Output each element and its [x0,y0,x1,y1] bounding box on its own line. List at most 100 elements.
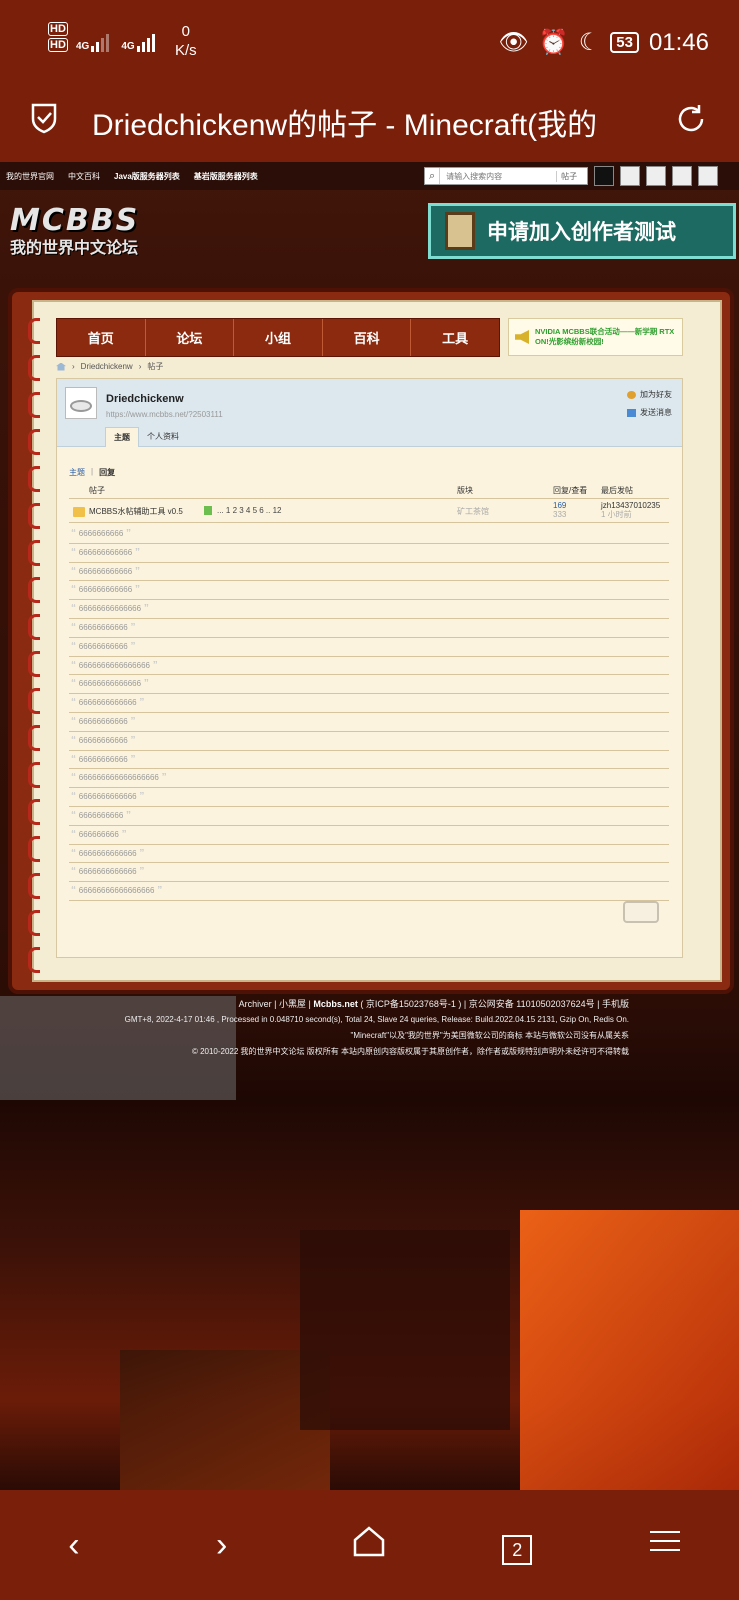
breadcrumb-user[interactable]: Driedchickenw [81,362,133,371]
send-message-button[interactable]: 发送消息 [627,407,672,418]
letter-icon[interactable] [620,166,640,186]
tabs-button[interactable]: 2 [487,1526,547,1565]
footer-links-prefix[interactable]: Archiver | 小黑屋 | [239,999,314,1009]
list-item[interactable]: “ 6666666666 ” [69,807,669,826]
reply-text[interactable]: 6666666666666 [79,698,137,707]
reply-text[interactable]: 6666666666666 [79,792,137,801]
back-arrow-icon[interactable] [623,901,659,923]
toplink-wiki[interactable]: 中文百科 [68,171,100,182]
list-item[interactable]: “ 66666666666 ” [69,638,669,657]
binder-ring [28,318,40,344]
search-icon[interactable]: ⌕ [425,168,441,184]
thread-forum[interactable]: 矿工茶馆 [457,506,489,517]
reply-text[interactable]: 66666666666 [79,623,128,632]
list-item[interactable]: “ 66666666666666 ” [69,600,669,619]
footer-links-suffix[interactable]: ( 京ICP备15023768号-1 ) | 京公网安备 11010502037… [358,999,629,1009]
reply-text[interactable]: 666666666666 [79,567,132,576]
browser-address-bar: Driedchickenw的帖子 - Minecraft(我的 [0,80,739,162]
list-item[interactable]: “ 666666666666 ” [69,544,669,563]
nav-groups[interactable]: 小组 [234,319,323,356]
username[interactable]: Driedchickenw [106,393,184,405]
search-type-select[interactable]: 帖子 [556,170,587,182]
avatar[interactable] [65,387,97,419]
quote-close-icon: ” [136,697,145,709]
subtab-topics[interactable]: 主题 [69,467,85,478]
binder-ring [28,873,40,899]
reply-text[interactable]: 6666666666 [79,529,124,538]
nav-forum[interactable]: 论坛 [146,319,235,356]
nav-home[interactable]: 首页 [57,319,146,356]
reply-text[interactable]: 66666666666666666 [79,886,155,895]
footer-site-link[interactable]: Mcbbs.net [313,999,358,1009]
quote-close-icon: ” [123,809,132,821]
status-right: 👁 ⏰ ☾ 53 01:46 [498,28,709,57]
list-item[interactable]: “ 6666666666666 ” [69,863,669,883]
forward-icon[interactable]: › [192,1526,252,1565]
list-item[interactable]: “ 66666666666 ” [69,713,669,732]
quote-close-icon: ” [136,847,145,859]
toplink-java-servers[interactable]: Java版服务器列表 [114,171,180,182]
list-item[interactable]: “ 6666666666666 ” [69,788,669,807]
nav-tools[interactable]: 工具 [411,319,499,356]
reply-text[interactable]: 6666666666666666 [79,661,150,670]
reply-text[interactable]: 6666666666666 [79,849,137,858]
reply-text[interactable]: 66666666666 [79,642,128,651]
shield-icon[interactable] [30,102,58,134]
reload-icon[interactable] [674,102,708,136]
list-item[interactable]: “ 666666666666 ” [69,581,669,601]
list-item[interactable]: “ 66666666666 ” [69,619,669,638]
reply-text[interactable]: 66666666666666 [79,679,141,688]
toplink-official[interactable]: 我的世界官网 [6,171,54,182]
reply-text[interactable]: 66666666666 [79,717,128,726]
potion-icon[interactable] [672,166,692,186]
profile-content: Driedchickenw https://www.mcbbs.net/?250… [56,378,683,958]
list-item[interactable]: “ 66666666666 ” [69,732,669,751]
list-item[interactable]: “ 6666666666666666 ” [69,657,669,676]
document-icon [445,212,475,250]
reply-text[interactable]: 666666666666 [79,548,132,557]
search-input[interactable] [440,168,557,184]
tab-topics[interactable]: 主题 [105,427,139,447]
reply-text[interactable]: 666666666666 [79,585,132,594]
subtab-replies[interactable]: 回复 [99,467,115,478]
site-logo[interactable]: MCBBS 我的世界中文论坛 [10,203,139,258]
signal-icon-2 [136,30,155,52]
nav-wiki[interactable]: 百科 [323,319,412,356]
list-item[interactable]: “ 666666666 ” [69,826,669,845]
map-icon[interactable] [698,166,718,186]
list-item[interactable]: “ 66666666666666666 ” [69,882,669,901]
add-friend-button[interactable]: 加为好友 [627,389,672,400]
reply-text[interactable]: 666666666666666666 [79,773,159,782]
announcement[interactable]: NVIDIA MCBBS联合活动——新学期 RTX ON!光影缤纷新校园! [508,318,683,356]
page-title[interactable]: Driedchickenw的帖子 - Minecraft(我的 [92,100,652,144]
list-item[interactable]: “ 666666666666666666 ” [69,769,669,789]
list-item[interactable]: “ 66666666666 ” [69,751,669,770]
reply-text[interactable]: 6666666666 [79,811,124,820]
creator-test-banner[interactable]: 申请加入创作者测试 [428,203,736,259]
list-item[interactable]: “ 666666666666 ” [69,563,669,582]
list-item[interactable]: “ 66666666666666 ” [69,675,669,695]
toplink-bedrock-servers[interactable]: 基岩版服务器列表 [194,171,258,182]
list-item[interactable]: “ 6666666666666 ” [69,845,669,864]
home-button[interactable] [339,1524,399,1567]
reply-text[interactable]: 66666666666 [79,755,128,764]
reply-text[interactable]: 66666666666666 [79,604,141,613]
avatar-icon[interactable] [594,166,614,186]
sim1-network: 4G [76,41,90,52]
thread-page-links[interactable]: ... 1 2 3 4 5 6 .. 12 [217,506,282,515]
last-post-time[interactable]: 1 小时前 [601,510,660,519]
reply-text[interactable]: 6666666666666 [79,867,137,876]
home-icon[interactable] [56,362,66,371]
list-item[interactable]: “ 6666666666 ” [69,525,669,544]
last-post-user[interactable]: jzh13437010235 [601,501,660,510]
menu-button[interactable] [635,1524,695,1567]
list-item[interactable]: “ 6666666666666 ” [69,694,669,713]
quote-open-icon: “ [71,584,79,596]
back-icon[interactable]: ‹ [44,1526,104,1565]
user-url[interactable]: https://www.mcbbs.net/?2503111 [106,410,223,419]
reply-text[interactable]: 66666666666 [79,736,128,745]
tab-profile-info[interactable]: 个人资料 [139,427,187,447]
cube-icon[interactable] [646,166,666,186]
reply-text[interactable]: 666666666 [79,830,119,839]
thread-title[interactable]: MCBBS水帖辅助工具 v0.5 [89,506,183,517]
